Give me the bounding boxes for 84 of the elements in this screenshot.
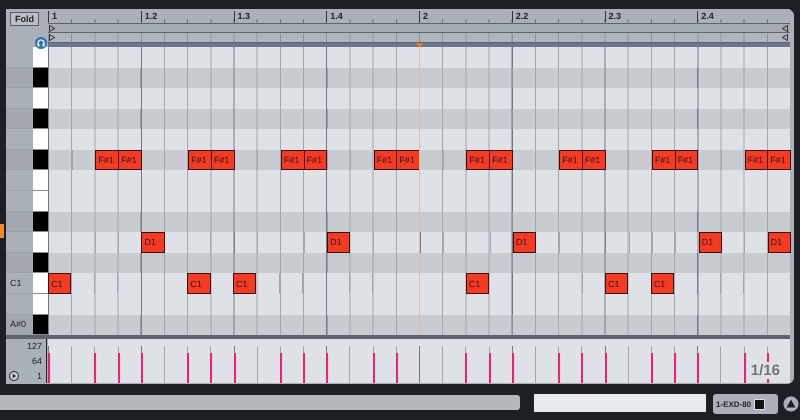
- velocity-bar[interactable]: [674, 353, 676, 383]
- piano-key[interactable]: [33, 212, 48, 232]
- piano-key[interactable]: [33, 108, 48, 130]
- selection-marker: [0, 224, 4, 238]
- note-name-label: C1: [10, 278, 22, 288]
- ruler-label: 2.3: [604, 11, 622, 22]
- velocity-bar[interactable]: [465, 353, 468, 383]
- midi-note[interactable]: F#1: [559, 150, 583, 170]
- midi-note[interactable]: D1: [512, 232, 536, 253]
- midi-note[interactable]: C1: [650, 273, 674, 294]
- velocity-label: 127: [26, 342, 42, 351]
- midi-note[interactable]: D1: [327, 232, 350, 253]
- device-button[interactable]: 1-EXD-80: [713, 394, 778, 414]
- midi-note[interactable]: F#1: [582, 150, 606, 170]
- note-grid[interactable]: F#1 F#1 F#1 F#1 F#1 F#1 F#1 F#1 F#1 F#1 F#1 F#1 F#1 F#1 F#1 F#1 D1 D1 D1 D1 D1 C1 C1 C1 C1 C1 C1: [48, 47, 790, 335]
- midi-note[interactable]: C1: [466, 273, 490, 294]
- loop-end-icon[interactable]: [782, 25, 788, 32]
- fold-button[interactable]: Fold: [10, 12, 39, 26]
- start-marker-icon[interactable]: [49, 34, 55, 42]
- note-lane[interactable]: [48, 314, 790, 336]
- ruler-label: 1.2: [140, 11, 158, 22]
- midi-note[interactable]: F#1: [95, 150, 120, 170]
- velocity-bar[interactable]: [512, 353, 514, 383]
- ruler-label: 1.3: [234, 11, 250, 22]
- midi-note[interactable]: F#1: [652, 150, 676, 170]
- midi-note[interactable]: C1: [605, 273, 628, 294]
- velocity-label: 1: [36, 372, 42, 381]
- midi-note[interactable]: F#1: [188, 150, 212, 170]
- midi-note[interactable]: D1: [141, 232, 165, 253]
- midi-note[interactable]: F#1: [767, 150, 791, 170]
- velocity-bar[interactable]: [488, 353, 491, 383]
- midi-note[interactable]: C1: [233, 273, 256, 294]
- velocity-bar[interactable]: [744, 353, 746, 383]
- midi-note[interactable]: F#1: [210, 150, 234, 170]
- loop-start-icon[interactable]: [49, 25, 55, 32]
- ruler-label: 2: [419, 11, 428, 22]
- midi-note[interactable]: F#1: [744, 150, 768, 170]
- play-icon[interactable]: [9, 371, 19, 381]
- note-lane[interactable]: F#1 F#1 F#1 F#1 F#1 F#1 F#1 F#1 F#1 F#1 F#1 F#1 F#1 F#1 F#1 F#1: [48, 150, 790, 170]
- midi-note[interactable]: C1: [187, 273, 211, 294]
- clip-overview-drawing[interactable]: [533, 393, 707, 413]
- midi-note[interactable]: F#1: [466, 150, 490, 170]
- velocity-lane[interactable]: 1/16: [48, 339, 790, 383]
- velocity-bar[interactable]: [140, 353, 143, 383]
- velocity-bar[interactable]: [558, 353, 560, 383]
- piano-key[interactable]: [33, 68, 48, 88]
- midi-note[interactable]: C1: [48, 273, 72, 294]
- piano-key[interactable]: [33, 314, 48, 336]
- midi-note[interactable]: F#1: [374, 150, 398, 170]
- grid-size-label: 1/16: [748, 362, 782, 379]
- velocity-bar[interactable]: [210, 353, 212, 383]
- end-marker-icon[interactable]: [782, 34, 788, 42]
- velocity-bar[interactable]: [94, 353, 96, 383]
- velocity-bar[interactable]: [187, 353, 190, 383]
- ruler-label: 2.2: [512, 11, 528, 22]
- velocity-bar[interactable]: [396, 353, 398, 383]
- piano-key[interactable]: [33, 150, 48, 170]
- velocity-bar[interactable]: [372, 353, 375, 383]
- midi-note[interactable]: F#1: [489, 150, 513, 170]
- velocity-label: 64: [32, 357, 42, 366]
- square-icon: [754, 398, 766, 410]
- headphones-icon[interactable]: [35, 37, 47, 49]
- velocity-bar[interactable]: [303, 353, 306, 383]
- note-name-label: A#0: [10, 319, 26, 330]
- midi-note[interactable]: F#1: [304, 150, 328, 170]
- ruler-label: 2.4: [697, 11, 714, 22]
- velocity-bar[interactable]: [650, 353, 653, 383]
- note-lane[interactable]: C1 C1 C1 C1 C1 C1: [48, 273, 790, 294]
- velocity-bar[interactable]: [326, 353, 328, 383]
- midi-note[interactable]: F#1: [674, 150, 698, 170]
- ruler-label: 1.4: [326, 11, 343, 22]
- velocity-bar[interactable]: [280, 353, 282, 383]
- velocity-bar[interactable]: [118, 353, 120, 383]
- midi-note[interactable]: D1: [698, 232, 722, 253]
- midi-note[interactable]: F#1: [118, 150, 142, 170]
- velocity-bar[interactable]: [581, 353, 584, 383]
- timeline-ruler[interactable]: 1 1.2 1.3 1.4 2 2.2 2.3 2.4: [48, 9, 790, 24]
- midi-note[interactable]: D1: [768, 232, 791, 253]
- midi-note[interactable]: F#1: [396, 150, 420, 170]
- ruler-label: 1: [48, 11, 58, 22]
- velocity-bar[interactable]: [697, 353, 700, 383]
- note-lane[interactable]: D1 D1 D1 D1 D1: [48, 232, 790, 253]
- piano-key[interactable]: [33, 252, 48, 274]
- midi-note[interactable]: F#1: [280, 150, 305, 170]
